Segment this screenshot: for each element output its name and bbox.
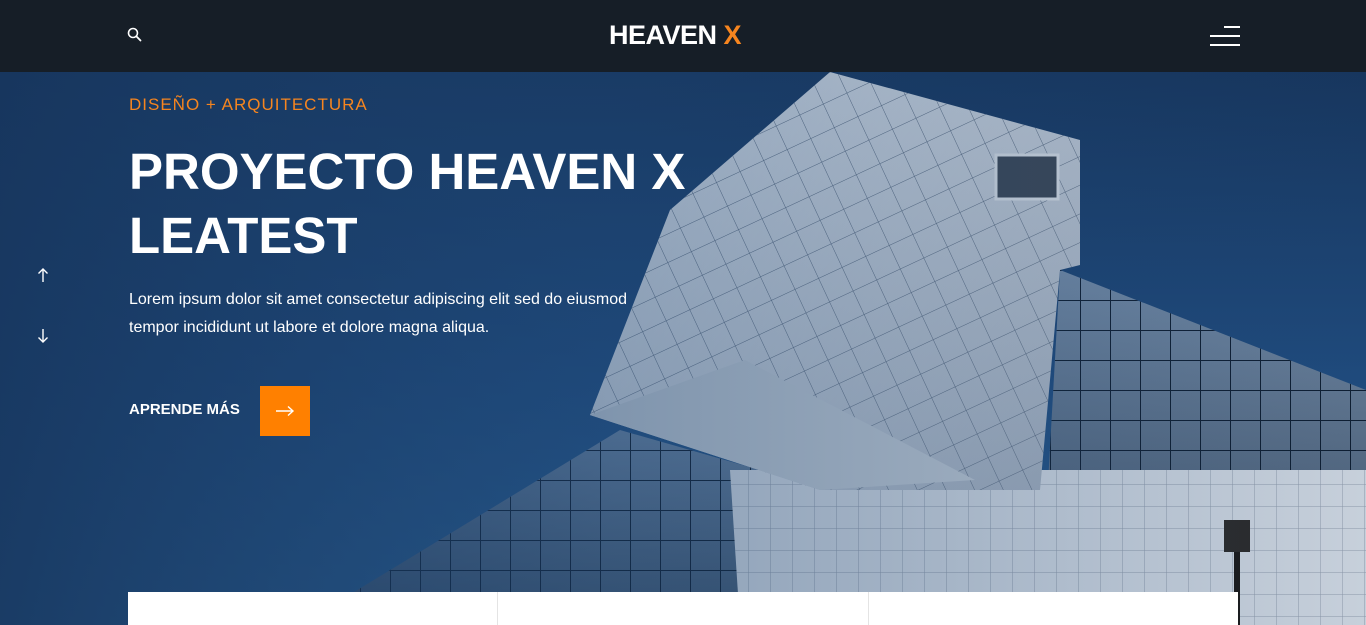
hero-title: PROYECTO HEAVEN X LEATEST — [129, 143, 686, 264]
site-header: HEAVEN X — [0, 0, 1366, 72]
logo-accent: X — [723, 20, 742, 50]
slide-prev-button[interactable] — [34, 266, 52, 284]
learn-more-link[interactable]: APRENDE MÁS — [129, 401, 240, 418]
arrow-right-icon — [276, 405, 295, 417]
arrow-up-icon — [38, 268, 48, 282]
hero-description: Lorem ipsum dolor sit amet consectetur a… — [129, 291, 628, 336]
feature-card — [498, 592, 869, 625]
feature-card — [868, 592, 1238, 625]
feature-cards — [128, 592, 1238, 625]
learn-more-button[interactable] — [260, 386, 310, 436]
site-logo[interactable]: HEAVEN X — [0, 20, 1350, 51]
slide-next-button[interactable] — [34, 327, 52, 345]
arrow-down-icon — [38, 329, 48, 343]
menu-icon[interactable] — [1206, 24, 1240, 48]
hero-kicker: DISEÑO + ARQUITECTURA — [129, 95, 368, 114]
feature-card — [128, 592, 499, 625]
logo-text: HEAVEN — [608, 20, 717, 50]
